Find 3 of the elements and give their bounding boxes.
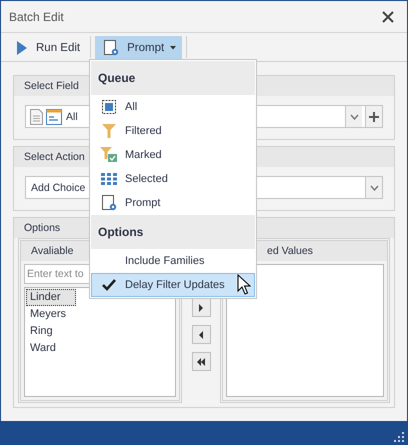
menu-section-header: Options — [91, 215, 255, 249]
window-title: Batch Edit — [9, 10, 64, 24]
menu-section-header: Queue — [91, 61, 255, 95]
